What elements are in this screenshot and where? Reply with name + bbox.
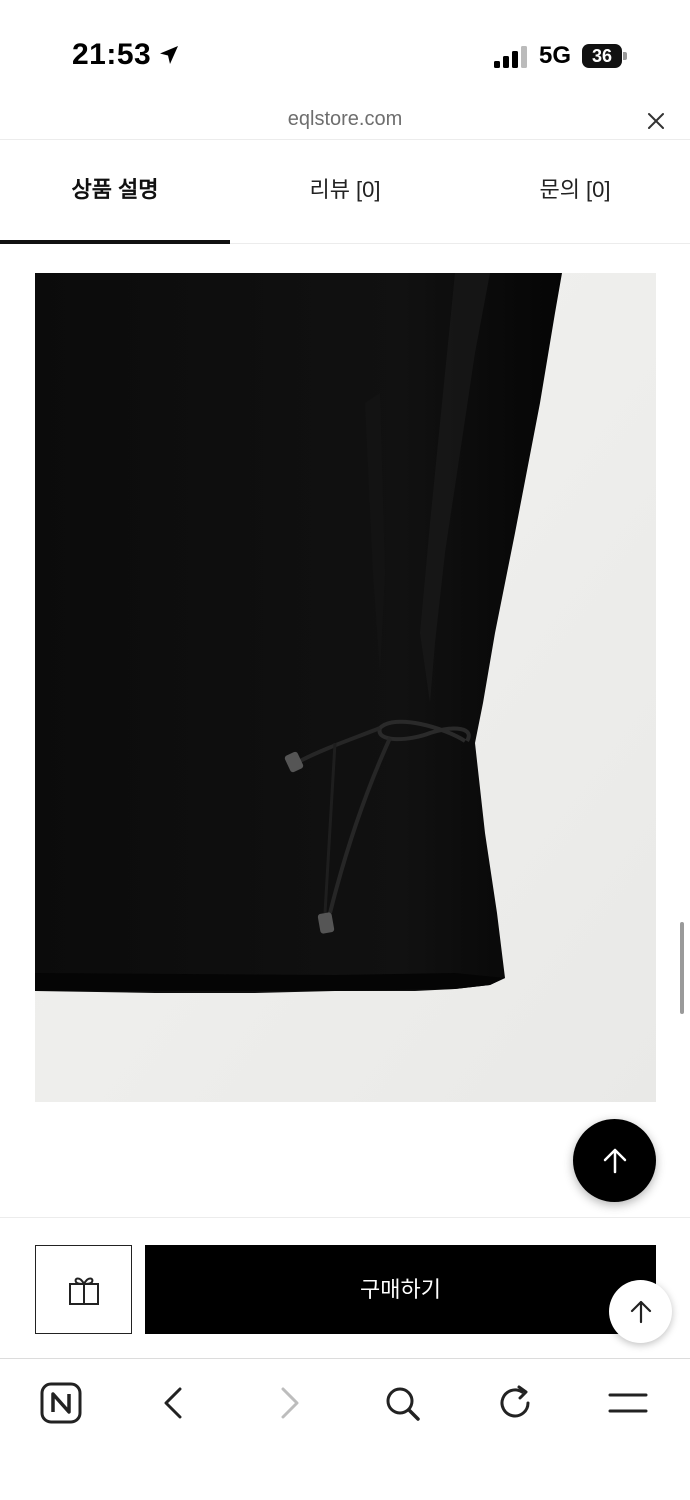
refresh-icon bbox=[500, 1385, 530, 1418]
status-time: 21:53 bbox=[72, 38, 181, 72]
back-button[interactable] bbox=[150, 1379, 198, 1427]
scroll-to-top-button[interactable] bbox=[573, 1119, 656, 1202]
forward-arrow-icon bbox=[281, 1387, 299, 1419]
menu-icon bbox=[608, 1393, 648, 1413]
arrow-up-icon bbox=[603, 1148, 626, 1173]
time-text: 21:53 bbox=[72, 38, 152, 71]
back-arrow-icon bbox=[164, 1387, 182, 1419]
location-arrow-icon bbox=[160, 46, 179, 64]
scroll-to-top-small-button[interactable] bbox=[609, 1280, 672, 1343]
tab-product-description[interactable]: 상품 설명 bbox=[0, 140, 230, 244]
close-icon bbox=[648, 113, 664, 129]
scroll-indicator[interactable] bbox=[680, 922, 684, 1014]
buy-button[interactable]: 구매하기 bbox=[145, 1245, 656, 1334]
search-icon bbox=[386, 1387, 420, 1421]
tab-reviews[interactable]: 리뷰 [0] bbox=[230, 140, 460, 244]
naver-home-button[interactable] bbox=[37, 1379, 85, 1427]
battery-icon: 36 bbox=[582, 44, 628, 68]
forward-button[interactable] bbox=[265, 1379, 313, 1427]
search-button[interactable] bbox=[378, 1379, 426, 1427]
network-type: 5G bbox=[539, 42, 572, 69]
cellular-signal-icon bbox=[494, 46, 527, 68]
browser-toolbar bbox=[0, 1359, 690, 1500]
url-text: eqlstore.com bbox=[287, 108, 403, 130]
purchase-bar: 구매하기 bbox=[0, 1217, 690, 1359]
arrow-up-icon bbox=[630, 1300, 651, 1323]
url-bar[interactable]: eqlstore.com bbox=[0, 100, 690, 140]
battery-level: 36 bbox=[591, 46, 613, 66]
gift-button[interactable] bbox=[35, 1245, 132, 1334]
status-bar: 21:53 5G 36 bbox=[0, 0, 690, 100]
refresh-button[interactable] bbox=[491, 1379, 539, 1427]
active-tab-indicator bbox=[0, 240, 230, 244]
tab-bar: 상품 설명 리뷰 [0] 문의 [0] bbox=[0, 140, 690, 244]
gift-icon bbox=[68, 1277, 99, 1305]
close-button[interactable] bbox=[643, 108, 669, 134]
product-image bbox=[35, 273, 656, 1102]
product-photo bbox=[35, 273, 656, 1102]
menu-button[interactable] bbox=[604, 1379, 652, 1427]
tab-inquiries[interactable]: 문의 [0] bbox=[460, 140, 690, 244]
naver-n-icon bbox=[40, 1382, 82, 1424]
